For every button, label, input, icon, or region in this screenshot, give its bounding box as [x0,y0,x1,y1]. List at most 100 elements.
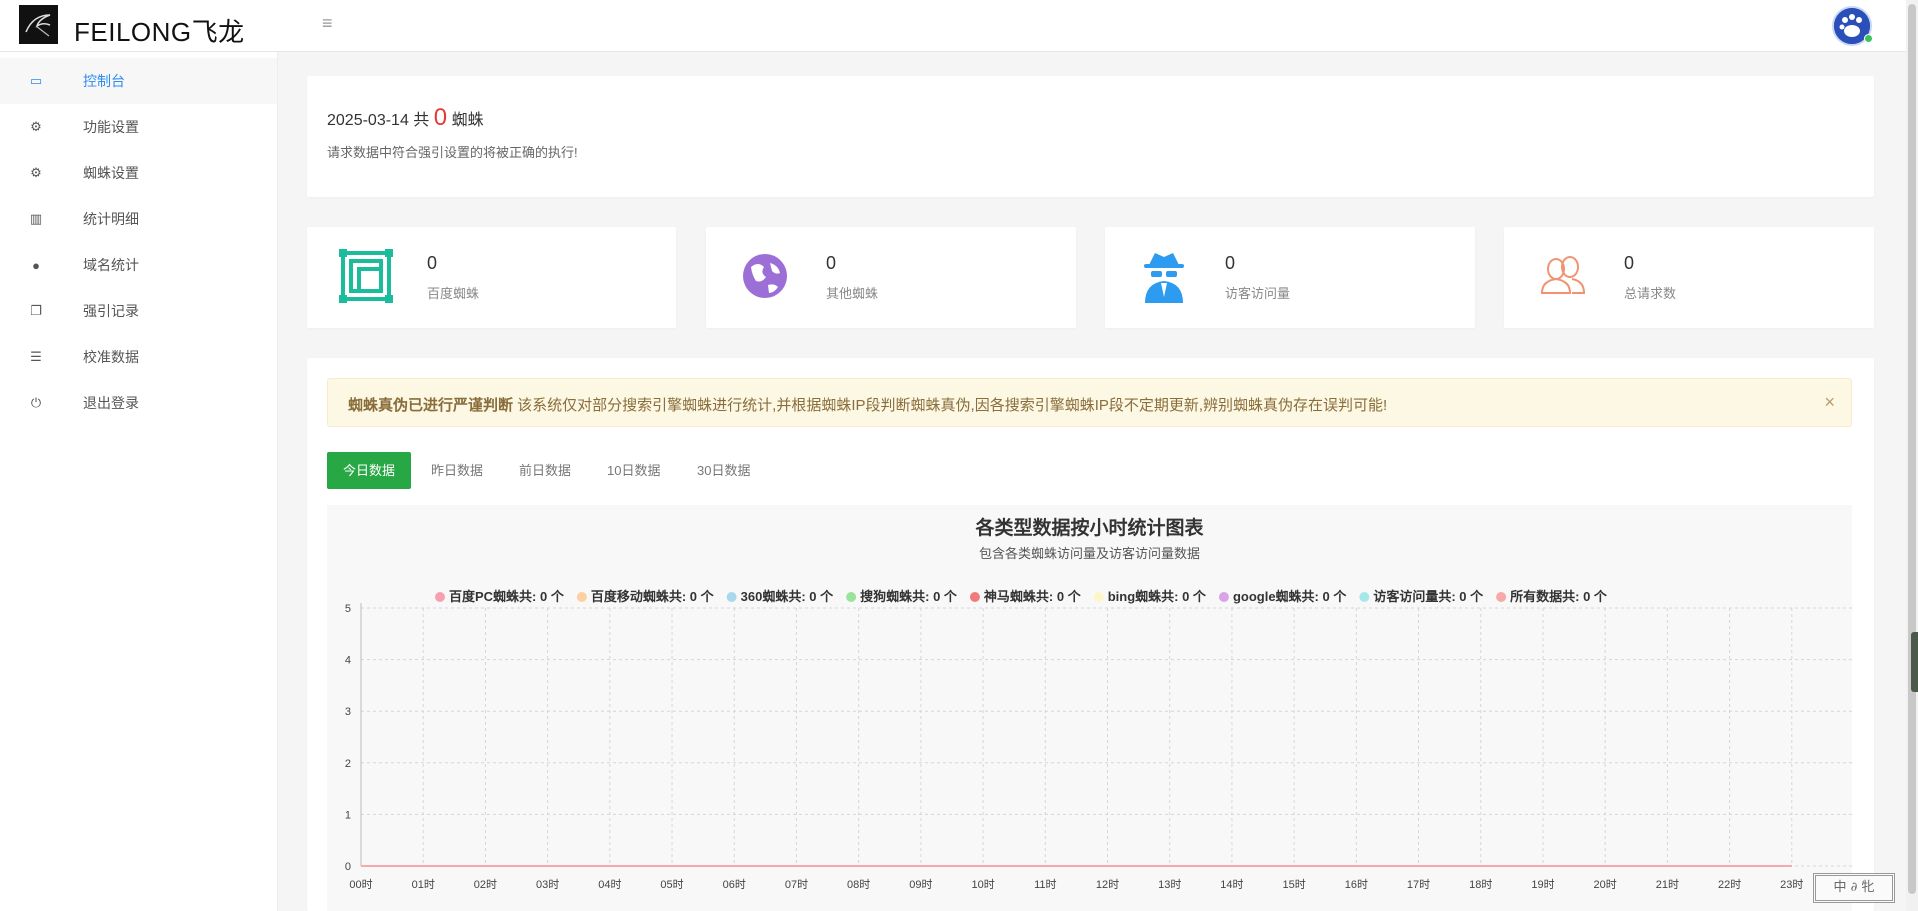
legend-swatch [1359,592,1370,602]
stat-value: 0 [1225,253,1236,273]
legend-label: 百度PC蜘蛛共: 0 个 [449,589,565,604]
legend-swatch [846,592,857,602]
stat-label: 访客访问量 [1225,286,1291,301]
x-tick-label: 21时 [1656,878,1679,891]
list-icon: ☰ [30,349,42,364]
x-tick-label: 19时 [1531,878,1554,891]
app-name: FEILONG飞龙 [74,17,245,47]
stat-label: 其他蜘蛛 [826,286,879,301]
sidebar-item-label: 统计明细 [83,211,139,227]
sidebar-item-label: 功能设置 [83,119,139,135]
legend-swatch [1496,592,1507,602]
scan-frame-icon [337,247,395,305]
x-tick-label: 01时 [412,878,435,891]
legend-swatch [726,592,737,602]
stat-label: 总请求数 [1624,286,1677,301]
x-tick-label: 08时 [847,878,870,891]
y-tick-label: 0 [345,861,351,873]
sidebar-item-dashboard[interactable]: ▭ 控制台 [0,58,277,104]
power-icon: ⏻ [30,395,42,410]
logo-icon [19,5,58,44]
stat-value: 0 [427,253,438,273]
sidebar-item-force-records[interactable]: ❐ 强引记录 [0,288,277,334]
x-tick-label: 22时 [1718,878,1741,891]
stat-card-visitor-count: 0 访客访问量 [1105,227,1475,328]
sidebar-item-spider-settings[interactable]: ⚙ 蜘蛛设置 [0,150,277,196]
stat-value: 0 [826,253,837,273]
y-tick-label: 4 [345,655,351,667]
side-tool-tab[interactable] [1911,632,1918,692]
gears-icon: ⚙ [30,119,42,134]
x-tick-label: 00时 [349,878,372,891]
stat-card-baidu-spider: 0 百度蜘蛛 [307,227,676,328]
sidebar-item-stats-detail[interactable]: ▥ 统计明细 [0,196,277,242]
stat-card-other-spider: 0 其他蜘蛛 [706,227,1076,328]
sidebar-item-label: 退出登录 [83,395,139,411]
sidebar-item-domain-stats[interactable]: ● 域名统计 [0,242,277,288]
gears-icon: ⚙ [30,165,42,180]
x-tick-label: 23时 [1780,878,1803,891]
sidebar-item-label: 校准数据 [83,349,139,365]
summary-line: 2025-03-14 共 0 蜘蛛 [327,104,484,132]
laptop-icon: ▭ [29,73,43,88]
x-tick-label: 10时 [971,878,994,891]
x-tick-label: 03时 [536,878,559,891]
x-tick-label: 14时 [1220,878,1243,891]
tab-day-before[interactable]: 前日数据 [503,452,587,489]
spy-icon [1135,247,1193,305]
tab-today[interactable]: 今日数据 [327,452,412,489]
y-tick-label: 5 [345,603,351,615]
legend-label: 搜狗蜘蛛共: 0 个 [860,589,958,604]
sidebar-item-feature-settings[interactable]: ⚙ 功能设置 [0,104,277,150]
legend-label: 百度移动蜘蛛共: 0 个 [591,589,715,604]
x-tick-label: 18时 [1469,878,1492,891]
x-tick-label: 15时 [1283,878,1306,891]
corner-stamp: 中 ∂ 牝 [1813,873,1895,903]
sidebar-item-label: 域名统计 [83,257,139,273]
copy-icon: ❐ [30,303,42,318]
globe-icon [736,247,794,305]
sidebar-item-logout[interactable]: ⏻ 退出登录 [0,380,277,426]
page-scrollbar-thumb[interactable] [1908,4,1916,894]
logo[interactable] [19,5,58,44]
legend-label: google蜘蛛共: 0 个 [1233,589,1347,604]
tab-10-days[interactable]: 10日数据 [591,452,676,489]
close-icon[interactable]: × [1824,392,1835,413]
summary-date: 2025-03-14 [327,112,409,129]
y-tick-label: 2 [345,758,351,770]
sidebar-item-calibrate-data[interactable]: ☰ 校准数据 [0,334,277,380]
users-icon [1534,247,1592,305]
legend-label: 访客访问量共: 0 个 [1373,589,1484,604]
sidebar-item-label: 蜘蛛设置 [83,165,139,181]
bar-chart-icon: ▥ [29,211,43,226]
sidebar-item-label: 控制台 [83,73,125,89]
x-tick-label: 04时 [598,878,621,891]
sidebar-item-label: 强引记录 [83,303,139,319]
x-tick-label: 12时 [1096,878,1119,891]
tab-30-days[interactable]: 30日数据 [681,452,766,489]
legend-swatch [1093,592,1104,602]
x-tick-label: 07时 [785,878,808,891]
menu-toggle-icon[interactable]: ≡ [322,14,340,32]
tab-yesterday[interactable]: 昨日数据 [415,452,499,489]
x-tick-label: 02时 [474,878,497,891]
x-tick-label: 20时 [1594,878,1617,891]
legend-label: 神马蜘蛛共: 0 个 [984,589,1082,604]
summary-suffix: 蜘蛛 [451,112,484,129]
globe-icon: ● [32,257,40,273]
x-tick-label: 05时 [660,878,683,891]
stat-label: 百度蜘蛛 [427,286,480,301]
summary-count: 0 [433,104,448,131]
summary-card: 2025-03-14 共 0 蜘蛛 请求数据中符合强引设置的将被正确的执行! [307,76,1874,197]
x-tick-label: 16时 [1345,878,1368,891]
legend-swatch [435,592,445,602]
alert-text: 蜘蛛真伪已进行严谨判断 该系统仅对部分搜索引擎蜘蛛进行统计,并根据蜘蛛IP段判断… [348,394,1387,415]
chart-svg: 0 1 2 3 4 5 00时 01时 02时 03时 04时 05时 06时 07时 08时 09时 10时 1… [345,589,1852,891]
legend-swatch [969,592,980,602]
legend-label: 360蜘蛛共: 0 个 [741,589,834,604]
legend-label: 所有数据共: 0 个 [1510,589,1608,604]
alert-message: 该系统仅对部分搜索引擎蜘蛛进行统计,并根据蜘蛛IP段判断蜘蛛真伪,因各搜索引擎蜘… [513,397,1388,414]
summary-prefix: 共 [413,112,430,129]
x-tick-label: 06时 [723,878,746,891]
warning-alert: 蜘蛛真伪已进行严谨判断 该系统仅对部分搜索引擎蜘蛛进行统计,并根据蜘蛛IP段判断… [327,378,1852,427]
